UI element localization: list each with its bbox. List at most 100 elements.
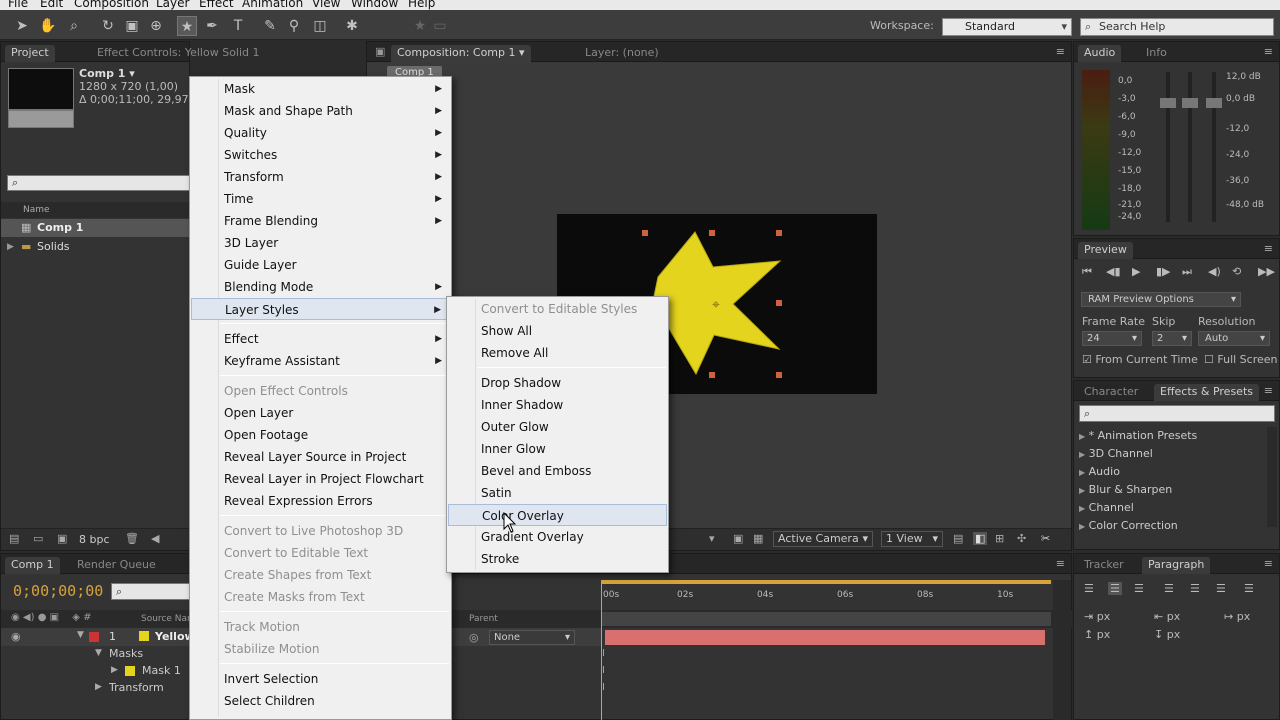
- text-tool-icon[interactable]: T: [228, 16, 248, 36]
- justify-left-icon[interactable]: ☰: [1164, 582, 1174, 595]
- transform-group[interactable]: Transform: [109, 681, 164, 694]
- tab-info[interactable]: Info: [1140, 45, 1173, 62]
- tab-audio[interactable]: Audio: [1078, 45, 1122, 62]
- from-current-time-checkbox[interactable]: ☑ From Current Time: [1082, 353, 1198, 366]
- tab-character[interactable]: Character: [1078, 384, 1144, 401]
- panel-menu-icon[interactable]: ≡: [1056, 557, 1065, 570]
- view-camera-select[interactable]: Active Camera ▾: [773, 531, 873, 547]
- chevron-right-icon[interactable]: ▶: [95, 682, 102, 692]
- transform-handle[interactable]: [776, 230, 782, 236]
- eye-icon[interactable]: ◉: [11, 630, 21, 643]
- keyframe-marker[interactable]: I: [602, 682, 605, 693]
- skip-select[interactable]: 2 ▾: [1152, 331, 1192, 346]
- chevron-down-icon[interactable]: ▾: [709, 532, 715, 545]
- menu-item-effect[interactable]: Effect ▶: [191, 328, 450, 350]
- volume-slider-track[interactable]: [1166, 72, 1170, 222]
- layer-duration-bar[interactable]: [605, 630, 1045, 645]
- current-timecode[interactable]: 0;00;00;00: [13, 582, 103, 600]
- menu-item-outer-glow[interactable]: Outer Glow: [448, 416, 667, 438]
- indent-right-field[interactable]: ⇤ px: [1154, 610, 1180, 623]
- menu-layer[interactable]: Layer: [156, 0, 189, 10]
- transform-handle[interactable]: [776, 372, 782, 378]
- tab-layer[interactable]: Layer: (none): [579, 45, 665, 62]
- masks-group[interactable]: Masks: [109, 647, 143, 660]
- layer-label-color[interactable]: [89, 632, 99, 642]
- resolution-select[interactable]: Auto ▾: [1198, 331, 1270, 346]
- effects-search-input[interactable]: ⌕: [1079, 405, 1275, 422]
- menu-item-reveal-layer-flowchart[interactable]: Reveal Layer in Project Flowchart: [191, 468, 450, 490]
- justify-right-icon[interactable]: ☰: [1216, 582, 1226, 595]
- effects-category[interactable]: ▶ 3D Channel: [1079, 445, 1265, 463]
- align-right-icon[interactable]: ☰: [1134, 582, 1144, 595]
- indent-left-field[interactable]: ⇥ px: [1084, 610, 1110, 623]
- menu-item-mask[interactable]: Mask ▶: [191, 78, 450, 100]
- flowchart-icon[interactable]: ▤: [9, 532, 19, 545]
- volume-slider-track[interactable]: [1188, 72, 1192, 222]
- mask-1[interactable]: Mask 1: [142, 664, 181, 677]
- tab-render-queue[interactable]: Render Queue: [71, 557, 162, 574]
- project-item[interactable]: ▶ ▬ Solids: [1, 238, 191, 256]
- brush-tool-icon[interactable]: ✎: [260, 16, 280, 36]
- menu-composition[interactable]: Composition: [74, 0, 149, 10]
- effects-category[interactable]: ▶ Channel: [1079, 499, 1265, 517]
- menu-item-switches[interactable]: Switches ▶: [191, 144, 450, 166]
- tab-preview[interactable]: Preview: [1078, 242, 1133, 259]
- transparency-grid-icon[interactable]: ▦: [753, 532, 763, 545]
- column-header-name[interactable]: Name: [1, 202, 191, 218]
- solo-icon[interactable]: ●: [38, 612, 47, 623]
- eraser-tool-icon[interactable]: ◫: [310, 16, 330, 36]
- tab-effect-controls[interactable]: Effect Controls: Yellow Solid 1: [91, 45, 266, 62]
- clone-stamp-tool-icon[interactable]: ⚲: [284, 16, 304, 36]
- tab-project[interactable]: Project: [5, 45, 55, 62]
- justify-all-icon[interactable]: ☰: [1244, 582, 1254, 595]
- effects-category[interactable]: ▶ * Animation Presets: [1079, 427, 1265, 445]
- transform-handle[interactable]: [776, 300, 782, 306]
- trash-icon[interactable]: 🗑: [125, 532, 139, 545]
- menu-item-satin[interactable]: Satin: [448, 482, 667, 504]
- project-item[interactable]: ▦ Comp 1: [1, 219, 191, 237]
- menu-item-time[interactable]: Time ▶: [191, 188, 450, 210]
- hand-tool-icon[interactable]: ✋: [38, 16, 58, 36]
- chevron-down-icon[interactable]: ▼: [95, 648, 102, 658]
- volume-slider-thumb[interactable]: [1160, 98, 1176, 108]
- toggle-pixel-aspect-icon[interactable]: ▤: [953, 532, 963, 545]
- label-icon[interactable]: ◈: [72, 612, 80, 623]
- new-folder-icon[interactable]: ▭: [33, 532, 43, 545]
- menu-item-stroke[interactable]: Stroke: [448, 548, 667, 570]
- ram-preview-options-select[interactable]: RAM Preview Options ▾: [1081, 292, 1241, 307]
- menu-window[interactable]: Window: [351, 0, 398, 10]
- workspace-select[interactable]: Standard ▾: [942, 18, 1072, 36]
- transform-handle[interactable]: [709, 230, 715, 236]
- camera-tool-icon[interactable]: ▣: [122, 16, 142, 36]
- search-help-input[interactable]: ⌕ Search Help: [1080, 18, 1274, 36]
- transform-handle[interactable]: [642, 230, 648, 236]
- menu-item-frame-blending[interactable]: Frame Blending ▶: [191, 210, 450, 232]
- menu-item-3d-layer[interactable]: 3D Layer: [191, 232, 450, 254]
- zoom-tool-icon[interactable]: ⌕: [64, 16, 84, 36]
- work-area-bar[interactable]: [601, 580, 1051, 584]
- menu-item-guide-layer[interactable]: Guide Layer: [191, 254, 450, 276]
- mask-color-swatch[interactable]: [125, 666, 135, 676]
- menu-item-quality[interactable]: Quality ▶: [191, 122, 450, 144]
- lock-icon[interactable]: ▣: [50, 612, 59, 623]
- first-frame-icon[interactable]: ⏮: [1082, 265, 1092, 279]
- align-center-icon[interactable]: ☰: [1108, 582, 1122, 595]
- project-search-input[interactable]: ⌕: [7, 175, 191, 191]
- menu-item-open-footage[interactable]: Open Footage: [191, 424, 450, 446]
- effects-category[interactable]: ▶ Audio: [1079, 463, 1265, 481]
- full-screen-checkbox[interactable]: ☐ Full Screen: [1204, 353, 1278, 366]
- menu-item-reveal-layer-source[interactable]: Reveal Layer Source in Project: [191, 446, 450, 468]
- indent-first-field[interactable]: ↦ px: [1224, 610, 1250, 623]
- menu-file[interactable]: File: [8, 0, 28, 10]
- speaker-icon[interactable]: ◀): [23, 612, 35, 623]
- selection-tool-icon[interactable]: ➤: [12, 16, 32, 36]
- menu-item-select-children[interactable]: Select Children: [191, 690, 450, 712]
- star-shape-tool-icon[interactable]: ★: [177, 16, 197, 36]
- menu-item-keyframe-assistant[interactable]: Keyframe Assistant ▶: [191, 350, 450, 372]
- menu-item-gradient-overlay[interactable]: Gradient Overlay: [448, 526, 667, 548]
- justify-center-icon[interactable]: ☰: [1190, 582, 1200, 595]
- tab-paragraph[interactable]: Paragraph: [1142, 557, 1211, 574]
- play-icon[interactable]: ▶: [1132, 265, 1140, 278]
- timeline-scrollbar[interactable]: [1053, 580, 1071, 720]
- rotate-tool-icon[interactable]: ↻: [98, 16, 118, 36]
